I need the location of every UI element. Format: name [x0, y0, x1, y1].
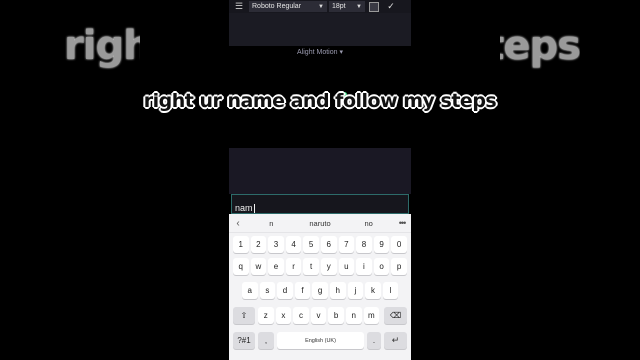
phone-screen: ☰ Roboto Regular ▼ 18pt ▼ ✓ Alight Motio…	[229, 0, 411, 360]
suggestion-item[interactable]: no	[344, 219, 393, 228]
key-4[interactable]: 4	[285, 236, 302, 253]
key-5[interactable]: 5	[303, 236, 319, 253]
shift-key[interactable]: ⇧	[233, 307, 255, 324]
text-input-value: nam	[235, 203, 255, 214]
background-caption-right: steps	[500, 23, 580, 69]
chevron-down-icon: ▼	[356, 3, 362, 10]
key-x[interactable]: x	[275, 307, 292, 324]
suggestion-item[interactable]: naruto	[296, 219, 345, 228]
app-watermark: Alight Motion ▾	[297, 49, 343, 56]
key-z[interactable]: z	[258, 307, 274, 324]
key-i[interactable]: i	[356, 258, 372, 275]
key-m[interactable]: m	[363, 307, 380, 324]
keyboard-row-space: ?#1 , English (UK) . ↵	[229, 332, 411, 352]
key-2[interactable]: 2	[250, 236, 267, 253]
keyboard-row-numbers: 1234567890	[229, 236, 411, 256]
font-size-dropdown[interactable]: 18pt ▼	[329, 1, 365, 12]
key-s[interactable]: s	[259, 282, 276, 299]
key-u[interactable]: u	[338, 258, 355, 275]
key-b[interactable]: b	[328, 307, 344, 324]
background-caption-left: right	[64, 23, 140, 69]
onscreen-keyboard: ‹ n naruto no ••• 1234567890 qwertyuiop …	[229, 214, 411, 360]
font-family-dropdown[interactable]: Roboto Regular ▼	[249, 1, 327, 12]
keyboard-row-middle: asdfghjkl	[229, 282, 411, 302]
keyboard-row-bottom: ⇧ ⌫ zxcvbnm	[229, 307, 411, 327]
text-color-icon[interactable]	[368, 1, 380, 12]
key-c[interactable]: c	[293, 307, 309, 324]
key-j[interactable]: j	[347, 282, 364, 299]
more-options-icon[interactable]: •••	[393, 218, 411, 228]
key-8[interactable]: 8	[356, 236, 372, 253]
key-g[interactable]: g	[312, 282, 328, 299]
font-size-label: 18pt	[332, 3, 346, 10]
key-k[interactable]: k	[365, 282, 381, 299]
key-e[interactable]: e	[268, 258, 284, 275]
overlay-caption: right ur name and follow my steps	[143, 90, 497, 112]
key-3[interactable]: 3	[268, 236, 284, 253]
enter-key[interactable]: ↵	[384, 332, 407, 349]
space-key[interactable]: English (UK)	[277, 332, 364, 349]
key-o[interactable]: o	[373, 258, 390, 275]
key-d[interactable]: d	[277, 282, 293, 299]
key-p[interactable]: p	[391, 258, 407, 275]
key-n[interactable]: n	[346, 307, 362, 324]
key-6[interactable]: 6	[321, 236, 337, 253]
period-key[interactable]: .	[367, 332, 381, 349]
font-family-label: Roboto Regular	[252, 3, 302, 10]
chevron-left-icon[interactable]: ‹	[229, 218, 247, 229]
key-1[interactable]: 1	[233, 236, 249, 253]
backspace-key[interactable]: ⌫	[384, 307, 407, 324]
suggestion-bar: ‹ n naruto no •••	[229, 214, 411, 233]
key-y[interactable]: y	[321, 258, 337, 275]
symbols-key[interactable]: ?#1	[233, 332, 255, 349]
chevron-down-icon: ▼	[318, 3, 324, 10]
keyboard-row-top: qwertyuiop	[229, 258, 411, 278]
comma-key[interactable]: ,	[258, 332, 274, 349]
key-w[interactable]: w	[250, 258, 267, 275]
key-q[interactable]: q	[233, 258, 249, 275]
key-0[interactable]: 0	[391, 236, 407, 253]
confirm-check-icon[interactable]: ✓	[384, 1, 398, 12]
align-menu-icon[interactable]: ☰	[229, 0, 249, 13]
key-t[interactable]: t	[303, 258, 319, 275]
canvas-area	[229, 148, 411, 194]
key-l[interactable]: l	[382, 282, 399, 299]
key-f[interactable]: f	[294, 282, 311, 299]
key-a[interactable]: a	[242, 282, 258, 299]
key-h[interactable]: h	[330, 282, 346, 299]
key-7[interactable]: 7	[338, 236, 355, 253]
key-9[interactable]: 9	[373, 236, 390, 253]
text-toolbar: ☰ Roboto Regular ▼ 18pt ▼ ✓	[229, 0, 411, 13]
suggestion-item[interactable]: n	[247, 219, 296, 228]
key-r[interactable]: r	[285, 258, 302, 275]
key-v[interactable]: v	[310, 307, 327, 324]
text-input-field[interactable]: nam	[231, 194, 409, 214]
